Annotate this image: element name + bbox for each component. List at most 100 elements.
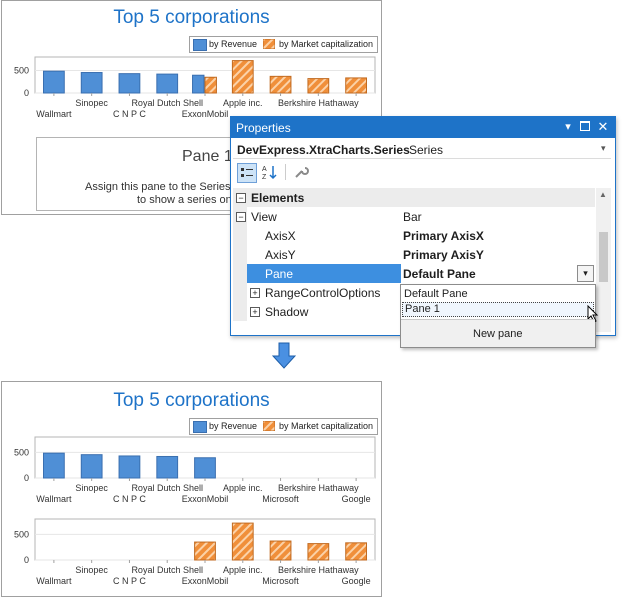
y-tick-label: 500 — [14, 447, 29, 457]
property-row-pane[interactable]: Pane Default Pane ▾ — [233, 264, 595, 283]
top-chart-legend: by Revenue by Market capitalization — [189, 36, 378, 53]
x-tick-label: Microsoft — [262, 576, 299, 586]
x-tick-label: Sinopec — [75, 483, 108, 493]
collapse-icon[interactable]: − — [236, 193, 246, 203]
revenue-bar — [118, 455, 141, 479]
x-tick-label: Microsoft — [262, 494, 299, 504]
x-tick-label: C N P C — [113, 109, 146, 119]
x-tick-label: Google — [342, 494, 371, 504]
x-tick-label: Sinopec — [75, 98, 108, 108]
property-key: RangeControlOptions — [265, 286, 381, 300]
x-tick-label: Royal Dutch Shell — [131, 565, 203, 575]
chevron-down-icon[interactable]: ▾ — [601, 143, 606, 154]
row-gutter — [233, 302, 247, 321]
maximize-icon[interactable] — [579, 121, 591, 133]
x-tick-label: C N P C — [113, 576, 146, 586]
bottom-chart-pane-market-cap: 0 500 Sinopec Royal Dutch Shell Apple inc. Be… — [14, 518, 376, 586]
pane1-text-line2: to show a series on — [137, 194, 232, 206]
property-row-axisy[interactable]: AxisY Primary AxisY — [233, 245, 595, 264]
market-cap-bar — [231, 522, 254, 561]
new-pane-button[interactable]: New pane — [401, 320, 595, 347]
properties-caption-bar[interactable]: Properties ▾ ✕ — [231, 117, 615, 138]
bottom-chart-frame: Top 5 corporations by Revenue by Market … — [1, 381, 382, 597]
revenue-bar — [192, 74, 205, 94]
toolbar-separator — [285, 164, 286, 180]
revenue-bar — [80, 72, 103, 94]
legend-revenue-label: by Revenue — [209, 421, 258, 431]
option-pane-1[interactable]: Pane 1 — [402, 302, 594, 317]
x-tick-label: Apple inc. — [223, 98, 263, 108]
y-tick-label: 0 — [24, 473, 29, 483]
x-tick-label: Berkshire Hathaway — [278, 98, 359, 108]
properties-caption: Properties — [236, 121, 291, 135]
row-gutter — [233, 264, 247, 283]
revenue-bar — [156, 455, 179, 479]
revenue-bar — [118, 73, 141, 94]
object-name: DevExpress.XtraCharts.Series — [237, 143, 410, 157]
property-key: Pane — [265, 267, 294, 281]
top-chart-title: Top 5 corporations — [113, 7, 270, 28]
x-tick-label: ExxonMobil — [182, 109, 229, 119]
property-key: AxisY — [265, 248, 296, 262]
pane1-text-line1: Assign this pane to the Series. — [85, 181, 234, 193]
option-label: Pane 1 — [405, 303, 440, 315]
expand-icon[interactable]: + — [250, 288, 260, 298]
market-cap-bar — [345, 542, 368, 561]
market-cap-bar — [231, 60, 254, 94]
legend-market-cap-label: by Market capitalization — [279, 39, 374, 49]
property-value: Default Pane — [403, 267, 476, 281]
x-tick-label: Berkshire Hathaway — [278, 565, 359, 575]
x-tick-label: ExxonMobil — [182, 576, 229, 586]
new-pane-label: New pane — [473, 328, 523, 340]
x-tick-label: Royal Dutch Shell — [131, 98, 203, 108]
property-key: View — [251, 210, 277, 224]
revenue-bar — [80, 454, 103, 479]
property-row-axisx[interactable]: AxisX Primary AxisX — [233, 226, 595, 245]
row-gutter — [233, 283, 247, 302]
x-tick-label: Berkshire Hathaway — [278, 483, 359, 493]
bottom-chart-title: Top 5 corporations — [113, 390, 270, 411]
object-type: Series — [409, 143, 444, 157]
pane1-placeholder: Pane 1 Assign this pane to the Series. t… — [36, 137, 238, 211]
collapse-icon[interactable]: − — [236, 212, 246, 222]
x-tick-label: ExxonMobil — [182, 494, 229, 504]
row-gutter — [233, 245, 247, 264]
scroll-up-icon[interactable]: ▲ — [599, 190, 607, 199]
alphabetical-icon[interactable]: AZ — [261, 163, 279, 181]
wrench-icon[interactable] — [291, 163, 309, 181]
pane-dropdown: Default Pane Pane 1 New pane — [400, 284, 599, 348]
y-tick-label: 500 — [14, 66, 29, 76]
category-label: Elements — [251, 191, 305, 205]
x-tick-label: Royal Dutch Shell — [131, 483, 203, 493]
y-tick-label: 0 — [24, 555, 29, 565]
market-cap-bar — [204, 76, 217, 94]
close-icon[interactable]: ✕ — [597, 120, 609, 133]
pane1-title: Pane 1 — [182, 148, 233, 165]
option-default-pane[interactable]: Default Pane — [404, 288, 468, 300]
x-tick-label: Wallmart — [36, 109, 72, 119]
x-tick-label: Wallmart — [36, 576, 72, 586]
y-tick-label: 500 — [14, 529, 29, 539]
property-key: Shadow — [265, 305, 309, 319]
bottom-chart-legend: by Revenue by Market capitalization — [189, 418, 378, 435]
market-cap-bar — [307, 78, 330, 94]
category-row-elements[interactable]: − Elements — [233, 188, 595, 207]
row-gutter — [233, 226, 247, 245]
property-row-view[interactable]: − View Bar — [233, 207, 595, 226]
expand-icon[interactable]: + — [250, 307, 260, 317]
legend-revenue-label: by Revenue — [209, 39, 258, 49]
scroll-thumb[interactable] — [599, 232, 608, 282]
chevron-down-icon[interactable]: ▾ — [562, 121, 574, 133]
dropdown-button[interactable]: ▾ — [577, 265, 594, 282]
property-value: Primary AxisY — [403, 248, 484, 262]
x-tick-label: Apple inc. — [223, 483, 263, 493]
property-value: Bar — [403, 210, 422, 224]
market-cap-bar — [345, 77, 368, 94]
legend-market-cap-swatch — [263, 421, 275, 431]
market-cap-bar — [194, 541, 216, 561]
legend-revenue-swatch — [193, 39, 207, 51]
categorized-icon[interactable] — [237, 163, 257, 183]
x-tick-label: Sinopec — [75, 565, 108, 575]
object-selector[interactable]: DevExpress.XtraCharts.Series Series ▾ — [233, 140, 611, 159]
arrow-down-icon — [272, 342, 296, 369]
